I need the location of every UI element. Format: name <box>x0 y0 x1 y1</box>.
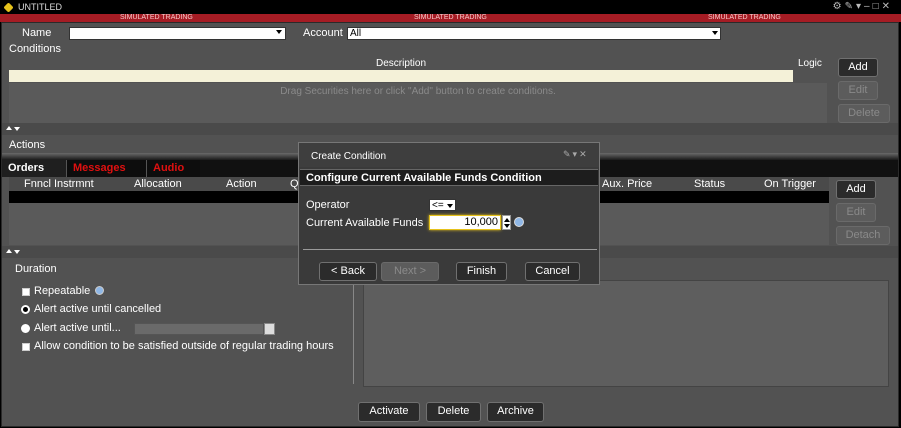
account-label: Account <box>303 27 343 39</box>
sim-label: SIMULATED TRADING <box>120 14 193 21</box>
add-condition-button[interactable]: Add <box>838 58 878 77</box>
dialog-heading: Configure Current Available Funds Condit… <box>300 169 598 186</box>
outside-rth-label: Allow condition to be satisfied outside … <box>34 340 334 352</box>
collapse-up-icon[interactable] <box>6 249 12 253</box>
description-column-header: Description <box>375 58 427 69</box>
name-label: Name <box>22 27 52 39</box>
app-logo-icon <box>3 2 14 13</box>
close-icon[interactable]: ✕ <box>882 1 893 12</box>
column-header[interactable]: On Trigger <box>764 178 816 190</box>
collapse-down-icon[interactable] <box>14 127 20 131</box>
operator-label: Operator <box>306 199 350 211</box>
pin-icon[interactable]: ✎ <box>563 149 573 159</box>
create-condition-dialog: Create Condition ✎▾✕ Configure Current A… <box>298 142 600 285</box>
info-icon[interactable] <box>95 286 104 295</box>
conditions-header: Conditions <box>9 43 61 55</box>
maximize-icon[interactable]: □ <box>873 1 882 12</box>
repeatable-checkbox[interactable] <box>22 288 30 296</box>
funds-input[interactable]: 10,000 <box>429 215 501 230</box>
chevron-down-icon <box>447 204 453 208</box>
minimize-icon[interactable]: – <box>864 1 873 12</box>
until-date-radio[interactable] <box>21 324 30 333</box>
duration-detail-panel <box>363 280 889 387</box>
column-header[interactable]: Allocation <box>134 178 182 190</box>
tab-messages[interactable]: Messages <box>66 160 146 177</box>
sim-label: SIMULATED TRADING <box>414 14 487 21</box>
delete-condition-button[interactable]: Delete <box>838 104 890 123</box>
finish-button[interactable]: Finish <box>456 262 507 281</box>
collapse-down-icon[interactable] <box>14 250 20 254</box>
account-value: All <box>350 28 362 39</box>
name-combo[interactable] <box>69 27 286 40</box>
repeatable-label: Repeatable <box>34 285 91 297</box>
outside-rth-checkbox[interactable] <box>22 343 30 351</box>
title-bar: UNTITLED ⚙✎▾–□✕ <box>0 0 901 14</box>
gear-icon[interactable]: ⚙ <box>833 1 845 12</box>
stepper-up-icon[interactable] <box>504 218 510 222</box>
column-header[interactable]: Status <box>694 178 725 190</box>
account-combo[interactable]: All <box>347 27 721 40</box>
duration-header: Duration <box>15 263 57 275</box>
dialog-title: Create Condition <box>311 151 387 162</box>
column-header[interactable]: Aux. Price <box>602 178 652 190</box>
dialog-separator <box>303 249 597 250</box>
cancel-button[interactable]: Cancel <box>525 262 580 281</box>
column-header[interactable]: Action <box>226 178 257 190</box>
until-date-input[interactable] <box>134 323 264 335</box>
actions-header: Actions <box>9 139 46 151</box>
next-button[interactable]: Next > <box>381 262 439 281</box>
column-header[interactable]: Fnncl Instrmnt <box>24 178 94 190</box>
detach-action-button[interactable]: Detach <box>836 226 890 245</box>
activate-button[interactable]: Activate <box>358 402 420 422</box>
conditions-drop-area[interactable]: Drag Securities here or click "Add" butt… <box>9 83 827 123</box>
sim-label: SIMULATED TRADING <box>708 14 781 21</box>
operator-select[interactable]: <= <box>429 199 456 211</box>
chevron-down-icon <box>712 31 718 35</box>
until-cancelled-label: Alert active until cancelled <box>34 303 162 315</box>
conditions-entry-row[interactable] <box>9 70 793 82</box>
edit-action-button[interactable]: Edit <box>836 203 876 222</box>
tab-orders[interactable]: Orders <box>2 160 66 177</box>
edit-condition-button[interactable]: Edit <box>838 81 878 100</box>
pin-icon[interactable]: ✎ <box>845 1 856 12</box>
stepper-down-icon[interactable] <box>504 224 510 228</box>
info-icon[interactable] <box>514 217 524 227</box>
tab-audio[interactable]: Audio <box>146 160 200 177</box>
until-date-label: Alert active until... <box>34 322 121 334</box>
funds-stepper[interactable] <box>502 215 511 230</box>
back-button[interactable]: < Back <box>319 262 377 281</box>
close-icon[interactable]: ✕ <box>579 149 589 159</box>
operator-value: <= <box>432 200 444 211</box>
calendar-icon[interactable] <box>264 323 275 335</box>
chevron-down-icon[interactable] <box>276 30 282 44</box>
delete-button[interactable]: Delete <box>426 402 481 422</box>
until-cancelled-radio[interactable] <box>21 305 30 314</box>
window-title: UNTITLED <box>18 2 63 12</box>
logic-column-header: Logic <box>798 58 822 69</box>
splitter[interactable] <box>2 123 898 135</box>
window-controls: ⚙✎▾–□✕ <box>833 1 893 12</box>
collapse-up-icon[interactable] <box>6 126 12 130</box>
archive-button[interactable]: Archive <box>487 402 544 422</box>
dialog-controls: ✎▾✕ <box>563 149 589 160</box>
dropdown-icon[interactable]: ▾ <box>856 1 864 12</box>
add-action-button[interactable]: Add <box>836 180 876 199</box>
funds-label: Current Available Funds <box>306 217 424 229</box>
